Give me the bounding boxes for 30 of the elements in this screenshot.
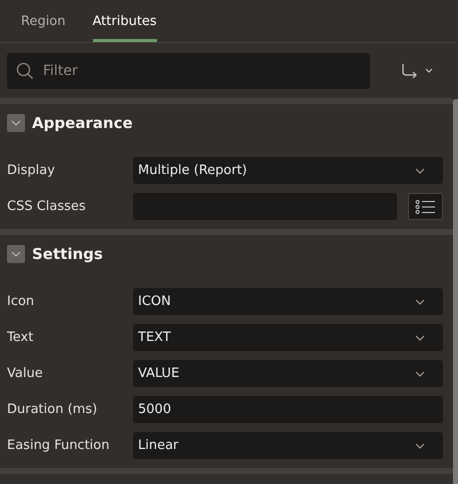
dropdown[interactable]: VALUE: [133, 360, 443, 387]
chevron-down-icon: [415, 168, 425, 174]
field-label: Text: [7, 330, 34, 345]
collapse-toggle[interactable]: [7, 114, 25, 132]
chevron-down-icon: [11, 251, 21, 257]
section-title: Settings: [32, 245, 103, 263]
filter-field[interactable]: Filter: [7, 52, 370, 88]
field-label: Icon: [7, 294, 36, 309]
field-label: Easing Function: [7, 438, 110, 453]
text-field[interactable]: 5000: [133, 396, 443, 423]
chevron-down-icon: [11, 120, 21, 126]
tab[interactable]: Attributes: [92, 0, 157, 42]
chevron-down-icon: [415, 442, 425, 448]
field-label: Value: [7, 366, 44, 381]
scrollbar-thumb[interactable]: [453, 99, 458, 484]
tab[interactable]: Region: [21, 0, 66, 42]
field-label: Duration (ms): [7, 402, 98, 417]
chevron-down-icon: [415, 298, 425, 304]
field-label: CSS Classes: [7, 199, 87, 214]
list-icon: [414, 200, 436, 214]
section-title: Appearance: [32, 114, 133, 132]
collapse-toggle[interactable]: [7, 245, 25, 263]
list-picker-button[interactable]: [408, 193, 443, 220]
field-label: Display: [7, 163, 56, 178]
dropdown[interactable]: ICON: [133, 288, 443, 315]
dropdown[interactable]: Multiple (Report): [133, 157, 443, 184]
chevron-down-icon: [415, 370, 425, 376]
chevron-down-icon: [415, 334, 425, 340]
dropdown[interactable]: Linear: [133, 432, 443, 459]
dropdown[interactable]: TEXT: [133, 324, 443, 351]
